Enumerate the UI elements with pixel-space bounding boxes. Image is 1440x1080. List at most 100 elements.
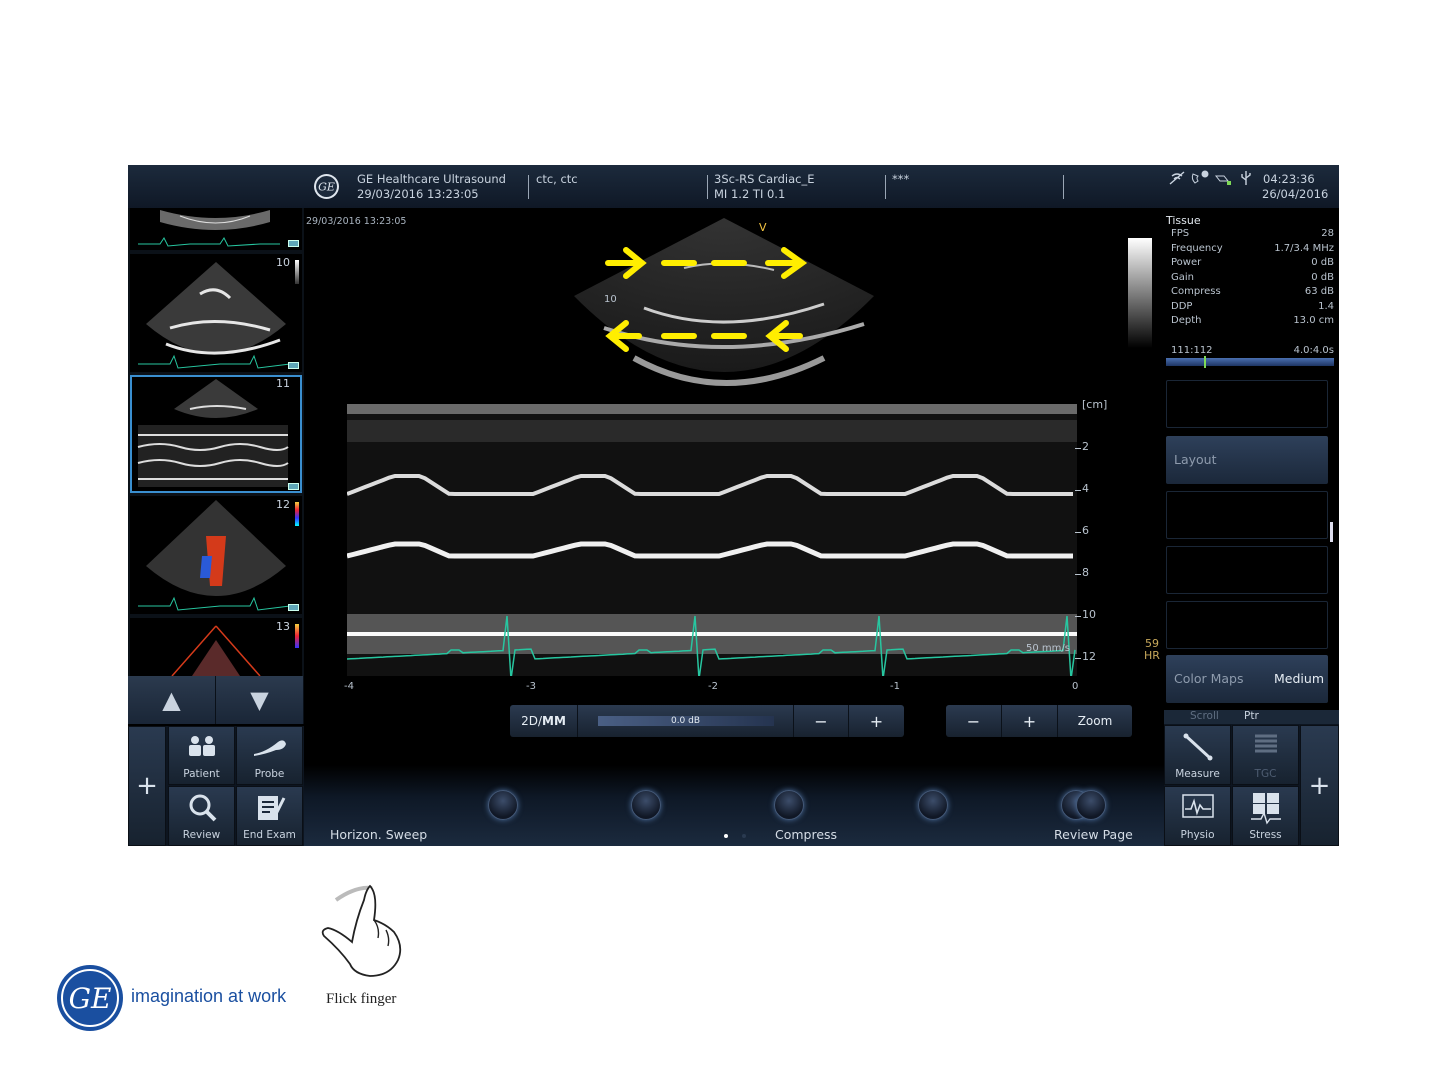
page-dot-active[interactable] (724, 834, 728, 838)
tissue-row-value: 13.0 cm (1293, 315, 1334, 326)
thumbnail-item[interactable]: 13 (130, 618, 302, 676)
review-button[interactable]: Review (168, 786, 235, 846)
tissue-row-value: 0 dB (1311, 271, 1334, 283)
zoom-bar: − + Zoom (946, 705, 1132, 737)
scroll-label: Scroll (1190, 710, 1219, 722)
ge-logo-icon: GE (314, 174, 339, 199)
zoom-button[interactable]: Zoom (1058, 705, 1132, 737)
patient-label: Patient (183, 768, 220, 780)
knob-6[interactable] (1076, 790, 1106, 820)
depth-tick-label: 10 (1082, 608, 1096, 621)
zoom-plus-button[interactable]: + (1002, 705, 1058, 737)
cine-info: 111:112 4.0:4.0s (1166, 345, 1334, 356)
depth-tick-label: 2 (1082, 440, 1089, 453)
mode-label: 2D/ (521, 714, 543, 728)
depth-tick (1075, 490, 1081, 491)
printer-icon (1214, 175, 1231, 185)
right-slot-2[interactable] (1166, 491, 1328, 539)
gain-minus-button[interactable]: − (794, 705, 849, 737)
minus-icon: − (814, 711, 828, 731)
cine-scrollbar[interactable] (1166, 355, 1334, 368)
tissue-row-value: 0 dB (1311, 257, 1334, 268)
scroll-up-button[interactable]: ▲ (128, 676, 216, 724)
logo-letters: GE (69, 982, 112, 1015)
depth-tick-label: 12 (1082, 650, 1096, 663)
gain-plus-button[interactable]: + (849, 705, 904, 737)
cine-marker[interactable] (1204, 355, 1206, 368)
thumbnail-item[interactable] (130, 208, 302, 250)
right-panel: Tissue FPS 28 Frequency 1.7/3.4 MHz Power 0 d… (1164, 208, 1339, 710)
right-slot-4[interactable] (1166, 601, 1328, 649)
plus-icon: + (136, 771, 158, 801)
tgc-button[interactable]: TGC (1232, 725, 1299, 785)
depth-tick (1075, 616, 1081, 617)
page-dot[interactable] (742, 834, 746, 838)
tissue-row-value: 63 dB (1304, 286, 1334, 297)
add-button-left[interactable]: + (128, 726, 166, 846)
probe-preset[interactable]: 3Sc-RS Cardiac_E (714, 172, 815, 187)
right-slot-3[interactable] (1166, 546, 1328, 594)
right-slot-1[interactable] (1166, 380, 1328, 428)
right-scrollbar[interactable] (1330, 522, 1333, 542)
thumbnail-image (138, 262, 291, 369)
minus-icon: − (966, 711, 981, 731)
depth-tick (1075, 658, 1081, 659)
thumbnail-item-selected[interactable]: 11 (130, 375, 302, 493)
probe-label: Probe (254, 768, 285, 780)
magnifier-icon (189, 794, 216, 822)
clipboard-pen-icon (257, 796, 285, 820)
review-label: Review (182, 829, 221, 841)
gain-slider[interactable]: 0.0 dB (578, 705, 794, 737)
tissue-row-key: Frequency (1171, 242, 1223, 254)
ge-monogram-logo: GE (57, 965, 123, 1031)
probe-button[interactable]: Probe (236, 726, 303, 785)
heart-rate: 59 HR (1144, 638, 1160, 662)
tissue-row: Gain 0 dB (1166, 271, 1334, 286)
layout-button[interactable]: Layout (1166, 436, 1328, 484)
zoom-minus-button[interactable]: − (946, 705, 1002, 737)
knob-2[interactable] (631, 790, 661, 820)
tgc-label: TGC (1254, 768, 1277, 780)
measure-button[interactable]: Measure (1164, 725, 1231, 785)
tissue-row-value: 1.4 (1318, 300, 1334, 312)
physio-button[interactable]: Physio (1164, 786, 1231, 846)
time-tick-label: -4 (344, 681, 354, 692)
mode-gain-bar: 2D/MM 0.0 dB − + (510, 705, 904, 737)
clock-time: 04:23:36 (1263, 172, 1315, 186)
heart-rate-label: HR (1144, 649, 1160, 662)
gesture-caption: Flick finger (326, 991, 397, 1007)
knob-1[interactable] (488, 790, 518, 820)
tissue-title: Tissue (1166, 214, 1201, 227)
top-bar: GE GE Healthcare Ultrasound 29/03/2016 1… (128, 165, 1339, 208)
patient-name[interactable]: ctc, ctc (536, 172, 578, 187)
review-page-label: Review Page (1054, 827, 1133, 842)
image-area[interactable]: 29/03/2016 13:23:05 V 10 [cm] 2 4 6 8 10… (304, 208, 1164, 765)
knob-3[interactable] (774, 790, 804, 820)
compress-label: Compress (775, 827, 838, 842)
add-button-right[interactable]: + (1300, 725, 1339, 846)
tissue-params: Tissue FPS 28 Frequency 1.7/3.4 MHz Power 0 d… (1166, 214, 1334, 368)
depth-tick-label: 4 (1082, 482, 1089, 495)
mode-2d-mm-button[interactable]: 2D/MM (510, 705, 578, 737)
ultrasound-screen: GE GE Healthcare Ultrasound 29/03/2016 1… (128, 165, 1339, 846)
thumbnail-item[interactable]: 12 (130, 496, 302, 614)
cine-duration: 4.0:4.0s (1293, 344, 1334, 356)
scroll-down-button[interactable]: ▼ (216, 676, 304, 724)
layout-label: Layout (1174, 452, 1217, 467)
tissue-row-key: Power (1171, 257, 1202, 268)
color-maps-button[interactable]: Color Maps Medium (1166, 655, 1328, 703)
thumbnail-item[interactable]: 10 (130, 254, 302, 372)
end-exam-label: End Exam (243, 829, 296, 841)
knob-4[interactable] (918, 790, 948, 820)
depth-unit-label: [cm] (1082, 398, 1108, 411)
tissue-row: Depth 13.0 cm (1166, 314, 1334, 329)
end-exam-button[interactable]: End Exam (236, 786, 303, 846)
thumbnail-nav: ▲ ▼ (128, 676, 304, 724)
thumbnail-strip: 10 11 12 13 (128, 208, 304, 676)
gain-value: 0.0 dB (670, 716, 701, 726)
depth-tick (1075, 448, 1081, 449)
stress-button[interactable]: Stress (1232, 786, 1299, 846)
sector-marker: V (759, 221, 767, 234)
scroll-ptr-bar[interactable]: Scroll Ptr (1164, 710, 1339, 724)
patient-button[interactable]: Patient (168, 726, 235, 785)
